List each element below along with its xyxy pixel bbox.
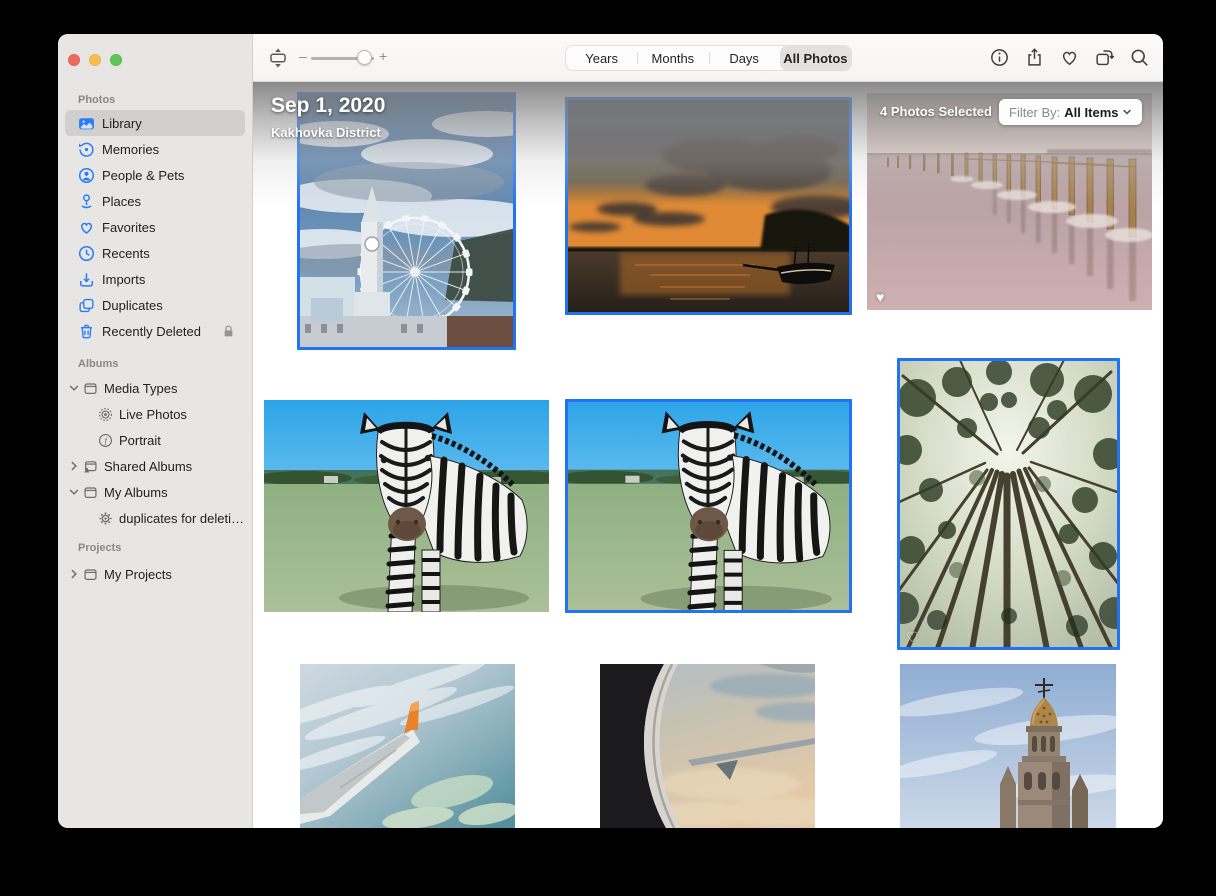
library-icon (78, 115, 95, 132)
zoom-slider-knob[interactable] (357, 50, 372, 65)
sidebar-item-label: Portrait (119, 433, 161, 448)
sidebar-item-my-albums[interactable]: My Albums (65, 479, 245, 505)
sidebar-item-label: My Projects (104, 567, 172, 582)
sidebar-item-label: Library (102, 116, 142, 131)
sidebar-item-label: Favorites (102, 220, 155, 235)
sidebar-item-live-photos[interactable]: Live Photos (65, 401, 245, 427)
sidebar-section-projects: Projects (58, 541, 252, 555)
sidebar-item-places[interactable]: Places (65, 188, 245, 214)
view-segmented-control: Years Months Days All Photos (565, 45, 852, 71)
photo-forest-canopy[interactable]: ♡ (897, 358, 1120, 650)
sidebar-item-label: Shared Albums (104, 459, 192, 474)
sidebar-item-memories[interactable]: Memories (65, 136, 245, 162)
minimize-button[interactable] (89, 54, 101, 66)
filter-value: All Items (1064, 105, 1118, 120)
sidebar-item-label: Duplicates (102, 298, 163, 313)
thumbnail-size-icon (267, 47, 289, 69)
album-icon (83, 381, 98, 396)
trash-icon (78, 323, 95, 340)
favorite-icon[interactable] (1059, 47, 1080, 68)
toolbar: – + Years Months Days All Photos (253, 34, 1163, 82)
toolbar-actions (989, 47, 1150, 68)
sidebar-item-label: Memories (102, 142, 159, 157)
selection-status: 4 Photos Selected (880, 104, 992, 119)
app-window: Photos Library Memories People & Pets Pl… (58, 34, 1163, 828)
zoom-out-label[interactable]: – (299, 48, 307, 64)
zoom-button[interactable] (110, 54, 122, 66)
sidebar-item-label: People & Pets (102, 168, 184, 183)
sidebar-item-label: Recently Deleted (102, 324, 201, 339)
filter-button[interactable]: Filter By: All Items (999, 99, 1142, 125)
lock-icon (222, 324, 235, 338)
tab-all-photos[interactable]: All Photos (780, 46, 851, 70)
sidebar-item-label: Live Photos (119, 407, 187, 422)
filter-label: Filter By: (1009, 105, 1060, 120)
portrait-icon: f (98, 433, 113, 448)
duplicates-icon (78, 297, 95, 314)
photo-pink-lake-pier[interactable]: ♥ (867, 93, 1152, 310)
sidebar-section-photos: Photos (58, 93, 252, 107)
favorite-heart-filled-icon: ♥ (876, 290, 884, 304)
sidebar-section-albums: Albums (58, 357, 252, 371)
rotate-icon[interactable] (1094, 47, 1115, 68)
sidebar-item-label: My Albums (104, 485, 168, 500)
memories-icon (78, 141, 95, 158)
sidebar-item-recents[interactable]: Recents (65, 240, 245, 266)
close-button[interactable] (68, 54, 80, 66)
sidebar-item-duplicates[interactable]: Duplicates (65, 292, 245, 318)
photo-church-tower[interactable] (900, 664, 1116, 828)
people-icon (78, 167, 95, 184)
sidebar-item-library[interactable]: Library (65, 110, 245, 136)
chevron-down-icon (68, 382, 80, 394)
photo-sunset-over-lake[interactable] (565, 97, 852, 315)
album-icon (83, 567, 98, 582)
tab-years[interactable]: Years (566, 46, 637, 70)
sidebar-item-label: Places (102, 194, 141, 209)
live-photo-icon (98, 407, 113, 422)
sidebar-item-duplicates-album[interactable]: duplicates for deleti… (65, 505, 245, 531)
heart-icon (78, 219, 95, 236)
clock-icon (78, 245, 95, 262)
favorite-heart-outline-icon: ♡ (906, 630, 919, 644)
sidebar-item-label: Media Types (104, 381, 177, 396)
window-controls (68, 54, 122, 66)
sidebar-item-favorites[interactable]: Favorites (65, 214, 245, 240)
shared-album-icon (83, 459, 98, 474)
photo-zebra-duplicate[interactable] (565, 399, 852, 613)
sidebar-item-shared-albums[interactable]: Shared Albums (65, 453, 245, 479)
sidebar-item-media-types[interactable]: Media Types (65, 375, 245, 401)
tab-days[interactable]: Days (709, 46, 780, 70)
photo-zebra[interactable] (264, 400, 549, 612)
sidebar: Photos Library Memories People & Pets Pl… (58, 34, 253, 828)
sidebar-item-recently-deleted[interactable]: Recently Deleted (65, 318, 245, 344)
photo-grid: ♥ (253, 82, 1163, 828)
import-icon (78, 271, 95, 288)
chevron-right-icon (68, 460, 80, 472)
sidebar-item-my-projects[interactable]: My Projects (65, 561, 245, 587)
gear-icon (98, 511, 113, 526)
share-icon[interactable] (1024, 47, 1045, 68)
chevron-down-icon (1122, 107, 1132, 117)
sidebar-item-label: duplicates for deleti… (119, 511, 244, 526)
album-icon (83, 485, 98, 500)
sidebar-item-imports[interactable]: Imports (65, 266, 245, 292)
chevron-down-icon (68, 486, 80, 498)
chevron-right-icon (68, 568, 80, 580)
photo-ferris-wheel[interactable] (297, 92, 516, 350)
tab-months[interactable]: Months (637, 46, 708, 70)
info-icon[interactable] (989, 47, 1010, 68)
sidebar-item-label: Recents (102, 246, 150, 261)
photo-airplane-window[interactable] (600, 664, 815, 828)
sidebar-item-label: Imports (102, 272, 145, 287)
sidebar-item-people-pets[interactable]: People & Pets (65, 162, 245, 188)
sidebar-item-portrait[interactable]: f Portrait (65, 427, 245, 453)
svg-text:f: f (105, 435, 109, 445)
zoom-in-label[interactable]: + (379, 48, 387, 64)
places-icon (78, 193, 95, 210)
photo-airplane-wing[interactable] (300, 664, 515, 828)
search-icon[interactable] (1129, 47, 1150, 68)
